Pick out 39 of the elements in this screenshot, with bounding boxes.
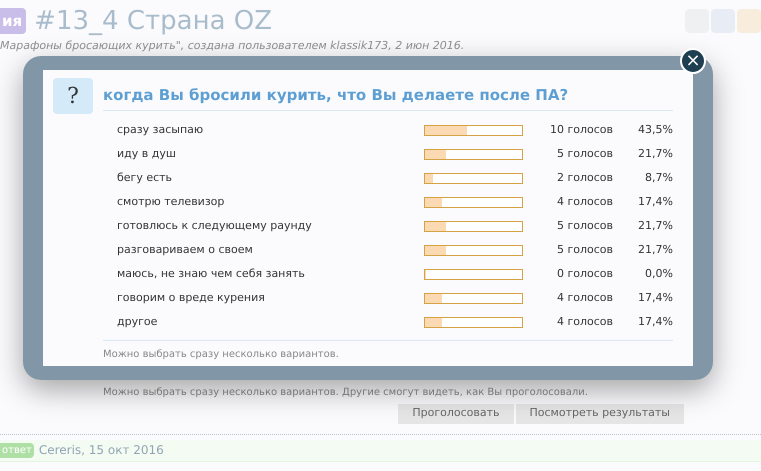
poll-option: другое xyxy=(117,314,424,330)
poll-footnote: Можно выбрать сразу несколько вариантов. xyxy=(103,348,340,362)
vote-percent: 8,7% xyxy=(644,170,673,186)
poll-option: смотрю телевизор xyxy=(117,194,424,210)
vote-percent: 17,4% xyxy=(637,194,673,210)
poll-note: Можно выбрать сразу несколько вариантов. Другие смогут видеть, как Вы проголосовали. xyxy=(103,386,589,400)
poll-option: маюсь, не знаю чем себя занять xyxy=(117,266,424,282)
vote-count: 5 голосов xyxy=(556,242,613,258)
poll-button[interactable]: Проголосовать xyxy=(398,404,514,424)
poll-option: иду в душ xyxy=(117,146,424,162)
poll-question: когда Вы бросили курить, что Вы делаете после ПА? xyxy=(103,84,673,110)
vote-count: 0 голосов xyxy=(556,266,613,282)
poll-option: сразу засыпаю xyxy=(117,122,424,138)
poll-button[interactable]: Посмотреть результаты xyxy=(516,404,684,424)
vote-percent: 0,0% xyxy=(644,266,673,282)
prefix-badge: ия xyxy=(0,8,26,34)
vote-percent: 43,5% xyxy=(637,122,673,138)
vote-count: 2 голосов xyxy=(556,170,613,186)
vote-percent: 21,7% xyxy=(637,242,673,258)
vote-count: 4 голосов xyxy=(556,314,613,330)
poll-option: бегу есть xyxy=(117,170,424,186)
thread-subtitle: Марафоны бросающих курить", создана пользователем klassik173, 2 июн 2016. xyxy=(0,38,466,54)
vote-count: 5 голосов xyxy=(556,218,613,234)
reply-badge: ответ xyxy=(0,442,34,458)
vote-percent: 21,7% xyxy=(637,218,673,234)
vote-count: 10 голосов xyxy=(548,122,613,138)
reply-author-date: Cereris, 15 окт 2016 xyxy=(38,442,164,459)
poll-option: разговариваем о своем xyxy=(117,242,424,258)
vote-count: 4 голосов xyxy=(556,290,613,306)
vote-percent: 17,4% xyxy=(637,290,673,306)
vote-percent: 21,7% xyxy=(637,146,673,162)
question-mark-icon: ? xyxy=(53,78,93,114)
vote-count: 4 голосов xyxy=(556,194,613,210)
thread-title: #13_4 Страна OZ xyxy=(34,6,272,36)
vote-count: 5 голосов xyxy=(556,146,613,162)
vote-percent: 17,4% xyxy=(637,314,673,330)
poll-option: говорим о вреде курения xyxy=(117,290,424,306)
poll-option: готовлюсь к следующему раунду xyxy=(117,218,424,234)
close-button[interactable]: × xyxy=(680,48,706,74)
